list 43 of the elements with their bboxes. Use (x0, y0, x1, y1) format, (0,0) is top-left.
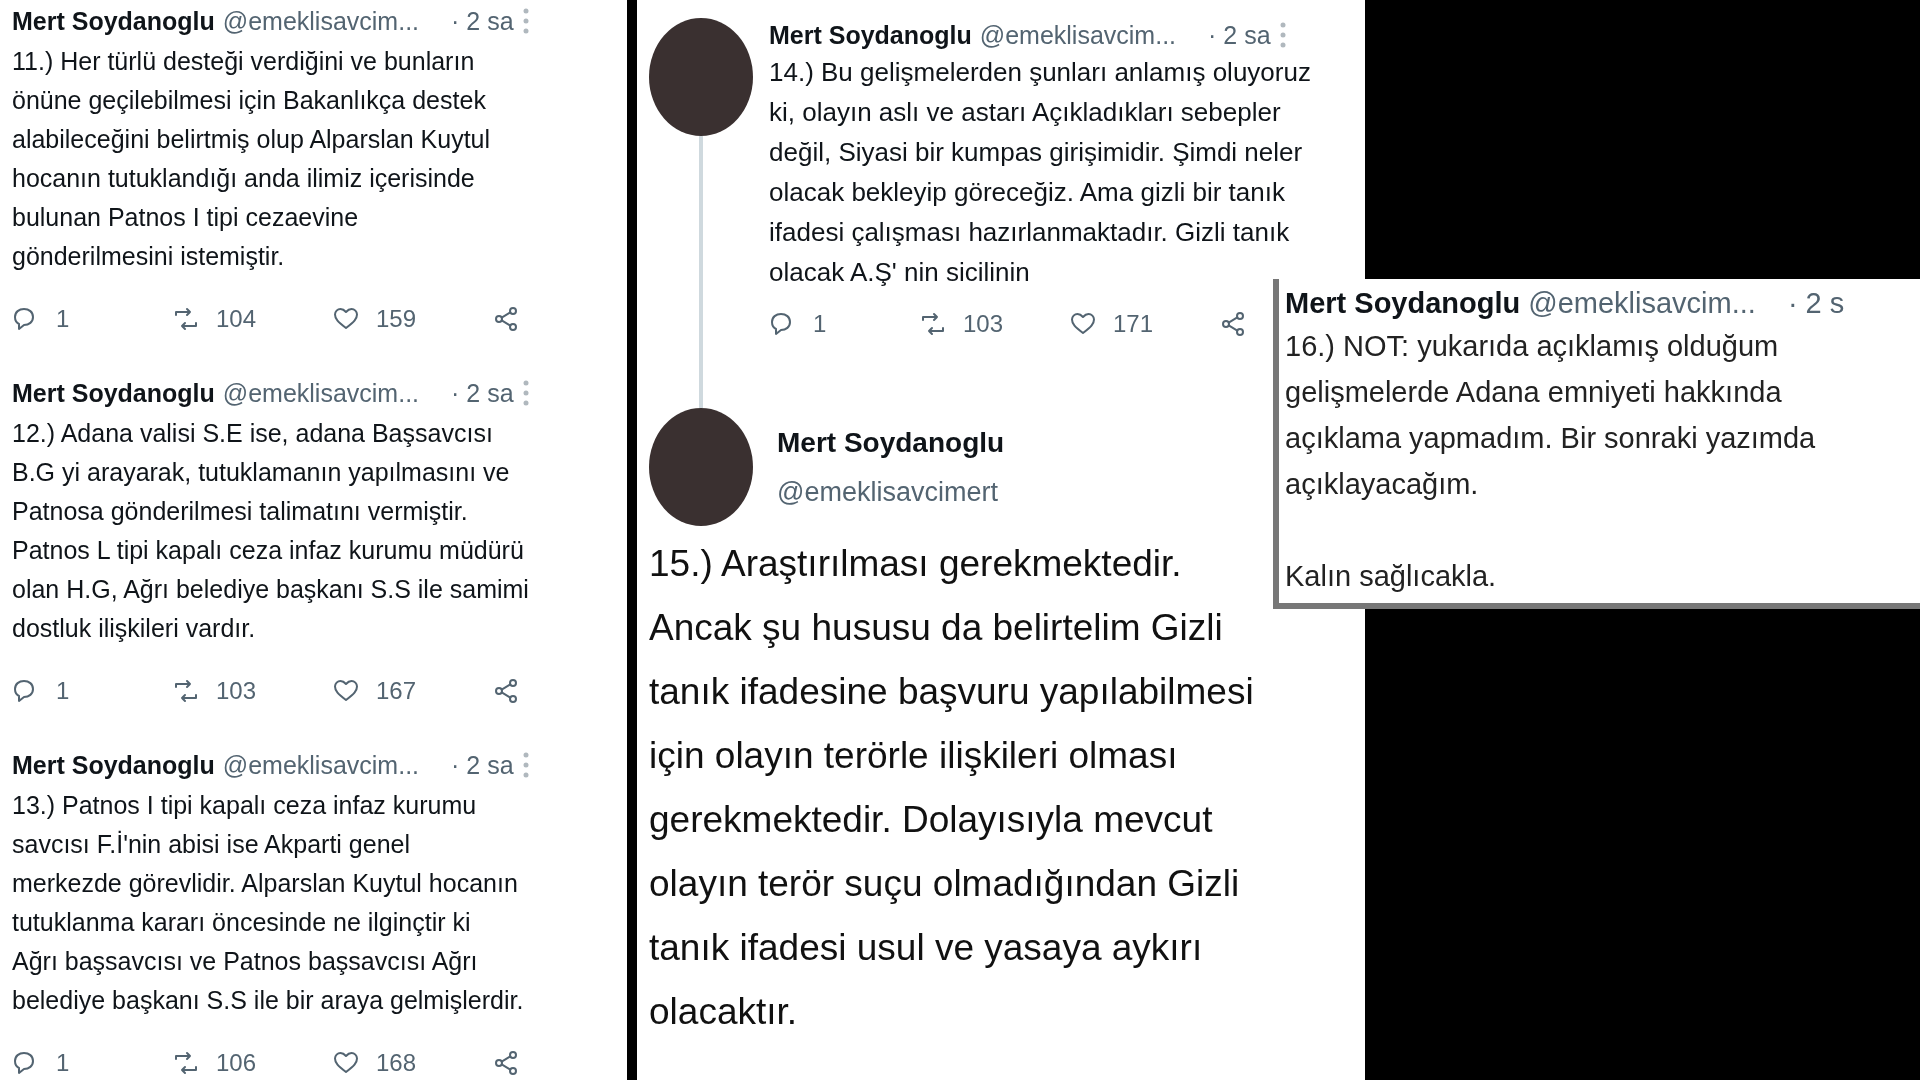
retweet-icon[interactable] (172, 1049, 200, 1077)
share-icon[interactable] (492, 1049, 520, 1077)
user-handle: @emeklisavcim... (979, 20, 1177, 51)
post-time: · 2 sa (451, 378, 514, 409)
like-count: 159 (376, 304, 417, 334)
like-count: 171 (1113, 309, 1154, 339)
author-name: Mert Soydanoglu (12, 378, 215, 409)
retweet-icon[interactable] (919, 310, 947, 338)
post-time: · 2 sa (451, 6, 514, 37)
reply-count: 1 (56, 1048, 70, 1078)
user-handle: @emeklisavcim... (222, 750, 420, 781)
share-icon[interactable] (1219, 310, 1247, 338)
retweet-icon[interactable] (172, 677, 200, 705)
user-handle: @emeklisavcim... (222, 6, 420, 37)
post-text: 16.) NOT: yukarıda açıklamış olduğum gelişmelerde Adana emniyeti hakkında açıklama yapmadım. Bir sonraki yazımda açıklayacağım. Kalın sağlıcakla. (1285, 329, 1817, 594)
retweet-count: 103 (963, 309, 1004, 339)
post-text: 12.) Adana valisi S.E ise, adana Başsavcısı B.G yi arayarak, tutuklamanın yapılmasını ve Patnosa gönderilmesi talimatını vermiştir. Patnos L tipi kapalı ceza infaz kurumu müdürü olan H.G, Ağrı belediye başkanı S.S ile samimi dostluk ilişkileri vardır. (12, 418, 530, 644)
like-count: 167 (376, 676, 417, 706)
retweet-count: 106 (216, 1048, 257, 1078)
retweet-count: 104 (216, 304, 257, 334)
author-name: Mert Soydanoglu (12, 6, 215, 37)
author-name: Mert Soydanoglu (777, 425, 1005, 460)
share-icon[interactable] (492, 677, 520, 705)
author-name: Mert Soydanoglu (12, 750, 215, 781)
like-count: 168 (376, 1048, 417, 1078)
user-handle: @emeklisavcimert (777, 475, 999, 509)
user-handle: @emeklisavcim... (1528, 286, 1756, 321)
retweet-icon[interactable] (172, 305, 200, 333)
author-name: Mert Soydanoglu (1285, 286, 1521, 321)
reply-count: 1 (56, 304, 70, 334)
post-text: 14.) Bu gelişmelerden şunları anlamış oluyoruz ki, olayın aslı ve astarı Açıkladıkları sebepler değil, Siyasi bir kumpas girişimidir. Şimdi neler olacak bekleyip göreceğiz. Ama gizli bir tanık ifadesi çalışması hazırlanmaktadır. Gizli tanık olacak A.Ş' nin sicilinin (769, 56, 1312, 289)
post-time: · 2 sa (451, 750, 514, 781)
reply-count: 1 (56, 676, 70, 706)
post-time: · 2 s (1787, 286, 1845, 321)
post-time: · 2 sa (1208, 20, 1271, 51)
author-name: Mert Soydanoglu (769, 20, 972, 51)
share-icon[interactable] (492, 305, 520, 333)
post-text: 11.) Her türlü desteği verdiğini ve bunların önüne geçilebilmesi için Bakanlıkça destek alabileceğini belirtmiş olup Alparslan Kuytul hocanın tutuklandığı anda ilimiz içerisinde bulunan Patnos I tipi cezaevine gönderilmesini istemiştir. (12, 46, 492, 272)
post-text: 15.) Araştırılması gerekmektedir. Ancak şu hususu da belirtelim Gizli tanık ifadesine başvuru yapılabilmesi için olayın terörle ilişkileri olması gerekmektedir. Dolayısıyla mevcut olayın terör suçu olmadığından Gizli tanık ifadesi usul ve yasaya aykırı olacaktır. (648, 542, 1254, 1034)
post-text: 13.) Patnos I tipi kapalı ceza infaz kurumu savcısı F.İ'nin abisi ise Akparti genel merkezde görevlidir. Alparslan Kuytul hocanın tutuklanma kararı öncesinde ne ilginçtir ki Ağrı başsavcısı ve Patnos başsavcısı Ağrı belediye başkanı S.S ile bir araya gelmişlerdir. (12, 790, 525, 1016)
retweet-count: 103 (216, 676, 257, 706)
user-handle: @emeklisavcim... (222, 378, 420, 409)
reply-count: 1 (813, 309, 827, 339)
